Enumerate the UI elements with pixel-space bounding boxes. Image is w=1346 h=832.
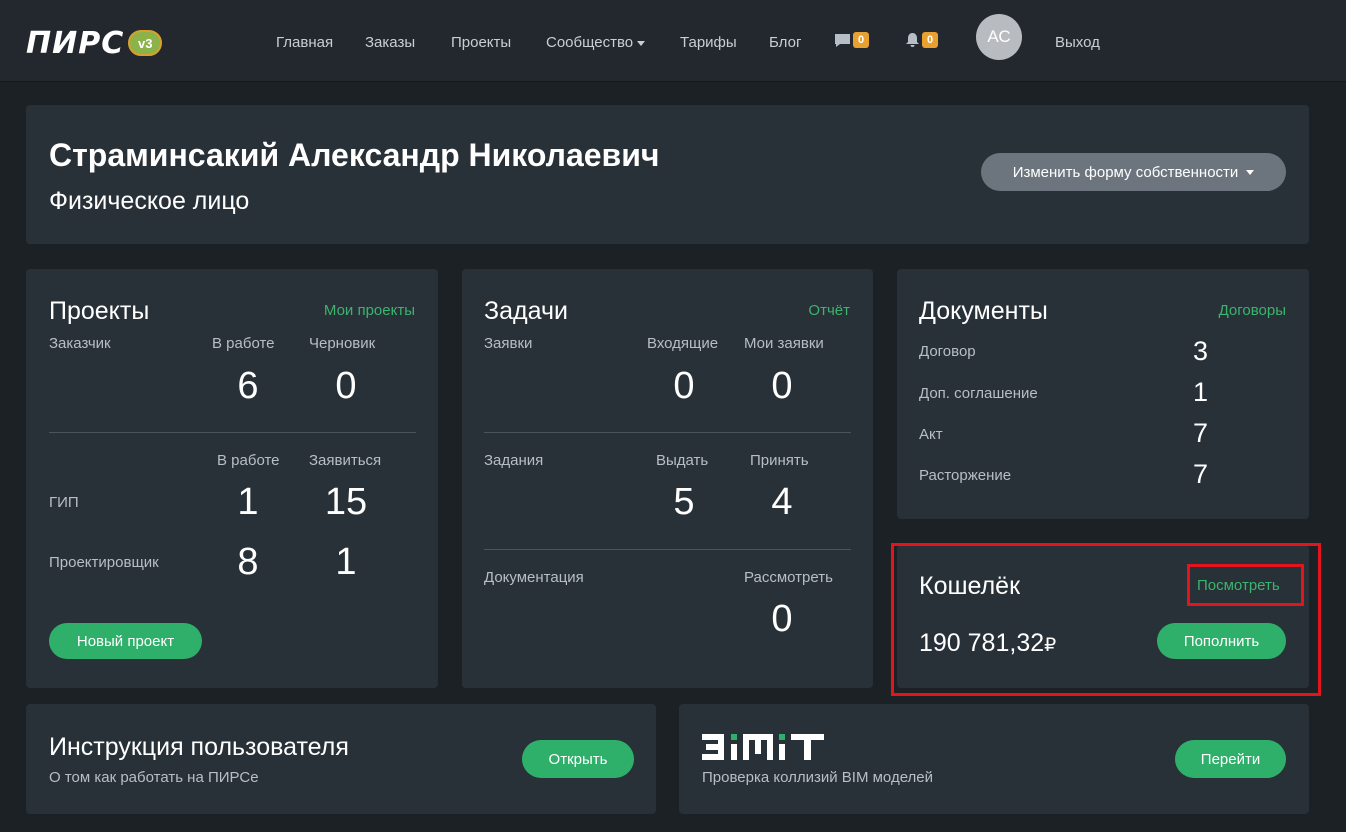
go-bimit-button[interactable]: Перейти [1175,740,1286,778]
profile-card: Страминсакий Александр Николаевич Физиче… [26,105,1309,244]
col-draft: Черновик [309,335,376,352]
col-issue: Выдать [656,452,709,469]
accept-count[interactable]: 4 [752,481,812,524]
doc-row-value-addendum[interactable]: 1 [1193,377,1208,408]
doc-row-value-contract[interactable]: 3 [1193,336,1208,367]
logout-link[interactable]: Выход [1055,34,1100,51]
view-link-highlight-frame [1187,564,1304,606]
chevron-down-icon [637,40,646,46]
bell-icon [906,33,919,47]
pirs-logo[interactable]: ПИРС v3 [26,25,163,61]
my-projects-link[interactable]: Мои проекты [324,302,415,319]
divider [484,432,851,433]
top-navbar: ПИРС v3 Главная Заказы Проекты Сообществ… [0,0,1346,82]
chat-icon [835,33,850,47]
review-count[interactable]: 0 [752,598,812,641]
nav-community[interactable]: Сообщество [546,34,646,51]
gip-in-work-count[interactable]: 1 [218,481,278,524]
bimit-card: Проверка коллизий BIM моделей Перейти [679,704,1309,814]
notifications-button[interactable]: 0 [905,32,939,48]
col-apply: Заявиться [309,452,382,469]
new-project-button[interactable]: Новый проект [49,623,202,659]
profile-type: Физическое лицо [49,187,250,215]
documents-card: Документы Договоры Договор 3 Доп. соглаш… [897,269,1309,519]
doc-row-label-termination: Расторжение [919,467,1012,484]
nav-projects[interactable]: Проекты [451,34,511,51]
doc-row-label-addendum: Доп. соглашение [919,385,1038,402]
col-incoming: Входящие [647,335,719,352]
doc-row-label-act: Акт [919,426,943,443]
customer-draft-count[interactable]: 0 [316,365,376,408]
tasks-title: Задачи [484,297,568,325]
nav-orders[interactable]: Заказы [365,34,415,51]
nav-tariffs[interactable]: Тарифы [680,34,737,51]
col-my-requests: Мои заявки [744,335,824,352]
doc-row-value-act[interactable]: 7 [1193,418,1208,449]
logo-text: ПИРС [26,25,125,61]
instruction-card: Инструкция пользователя О том как работа… [26,704,656,814]
documentation-label: Документация [484,569,584,586]
my-requests-count[interactable]: 0 [752,365,812,408]
nav-home[interactable]: Главная [276,34,333,51]
assignments-label: Задания [484,452,544,469]
gip-apply-count[interactable]: 15 [316,481,376,524]
requests-label: Заявки [484,335,533,352]
messages-button[interactable]: 0 [834,32,870,48]
notifications-count-badge: 0 [922,32,939,48]
designer-label: Проектировщик [49,554,159,571]
col-in-work: В работе [212,335,275,352]
designer-apply-count[interactable]: 1 [316,541,376,584]
change-ownership-label: Изменить форму собственности [1012,163,1239,181]
profile-name: Страминсакий Александр Николаевич [49,137,660,173]
tasks-card: Задачи Отчёт Заявки Входящие Мои заявки … [462,269,873,688]
designer-in-work-count[interactable]: 8 [218,541,278,584]
logo-version-badge: v3 [128,30,163,56]
messages-count-badge: 0 [853,32,870,48]
bimit-logo[interactable] [702,732,824,767]
incoming-count[interactable]: 0 [654,365,714,408]
customer-label: Заказчик [49,335,111,352]
report-link[interactable]: Отчёт [808,302,850,319]
divider [49,432,416,433]
bimit-logo-graphic [702,734,824,760]
instruction-title: Инструкция пользователя [49,733,349,761]
projects-title: Проекты [49,297,150,325]
nav-blog[interactable]: Блог [769,34,801,51]
user-avatar[interactable]: АС [976,14,1022,60]
bimit-subtitle: Проверка коллизий BIM моделей [702,769,934,786]
projects-card: Проекты Мои проекты Заказчик В работе Че… [26,269,438,688]
customer-in-work-count[interactable]: 6 [218,365,278,408]
doc-row-value-termination[interactable]: 7 [1193,459,1208,490]
col-in-work: В работе [217,452,280,469]
change-ownership-dropdown-button[interactable]: Изменить форму собственности [981,153,1286,191]
chevron-down-icon [1246,169,1255,175]
col-accept: Принять [750,452,809,469]
documents-title: Документы [919,297,1048,325]
open-instruction-button[interactable]: Открыть [522,740,634,778]
contracts-link[interactable]: Договоры [1219,302,1286,319]
nav-community-label: Сообщество [546,34,634,51]
gip-label: ГИП [49,494,79,511]
instruction-subtitle: О том как работать на ПИРСе [49,769,259,786]
divider [484,549,851,550]
doc-row-label-contract: Договор [919,343,976,360]
col-review: Рассмотреть [744,569,833,586]
issue-count[interactable]: 5 [654,481,714,524]
